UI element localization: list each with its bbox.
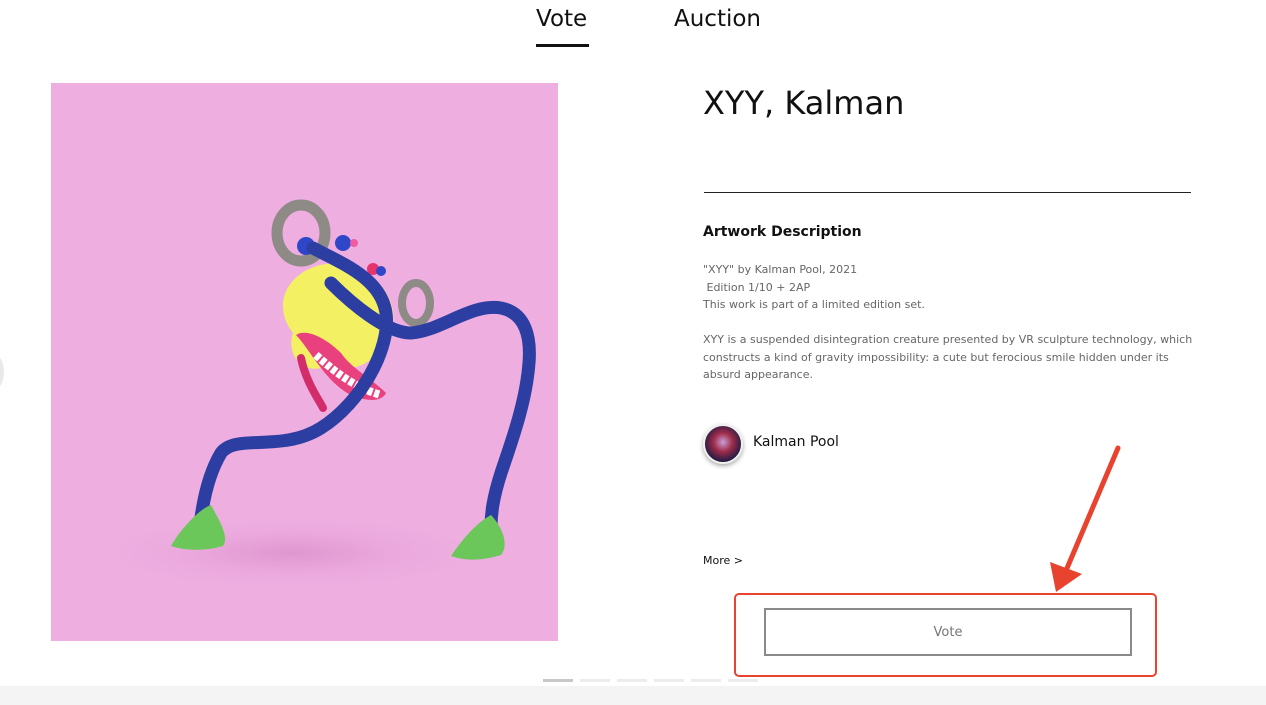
artist-name[interactable]: Kalman Pool	[753, 434, 839, 450]
pager-dot[interactable]	[580, 679, 610, 682]
description-heading: Artwork Description	[703, 224, 862, 240]
description-line: Edition 1/10 + 2AP	[703, 280, 811, 294]
artwork-image	[51, 83, 558, 641]
artwork-title: XYY, Kalman	[703, 84, 905, 122]
tab-auction[interactable]: Auction	[674, 6, 761, 32]
vote-button[interactable]: Vote	[764, 608, 1132, 656]
tab-vote[interactable]: Vote	[536, 6, 587, 32]
description-line: "XYY" by Kalman Pool, 2021	[703, 263, 858, 276]
pager-dot[interactable]	[728, 679, 758, 682]
description-paragraph: XYY is a suspended disintegration creatu…	[703, 333, 1193, 381]
pager-dot[interactable]	[691, 679, 721, 682]
description-meta: "XYY" by Kalman Pool, 2021 Edition 1/10 …	[703, 261, 1203, 314]
carousel-prev-button[interactable]	[0, 352, 4, 392]
title-divider	[704, 192, 1191, 193]
description-line: This work is part of a limited edition s…	[703, 298, 925, 311]
avatar[interactable]	[703, 424, 743, 464]
pager-dot[interactable]	[543, 679, 573, 682]
annotation-arrow-icon	[1050, 445, 1121, 592]
artwork-illustration	[81, 199, 536, 593]
active-tab-indicator	[536, 44, 589, 47]
pager-dot[interactable]	[654, 679, 684, 682]
more-link[interactable]: More >	[703, 554, 743, 567]
bottom-bar	[0, 686, 1266, 705]
pager-dot[interactable]	[617, 679, 647, 682]
tab-bar: Vote Auction	[0, 0, 1266, 60]
